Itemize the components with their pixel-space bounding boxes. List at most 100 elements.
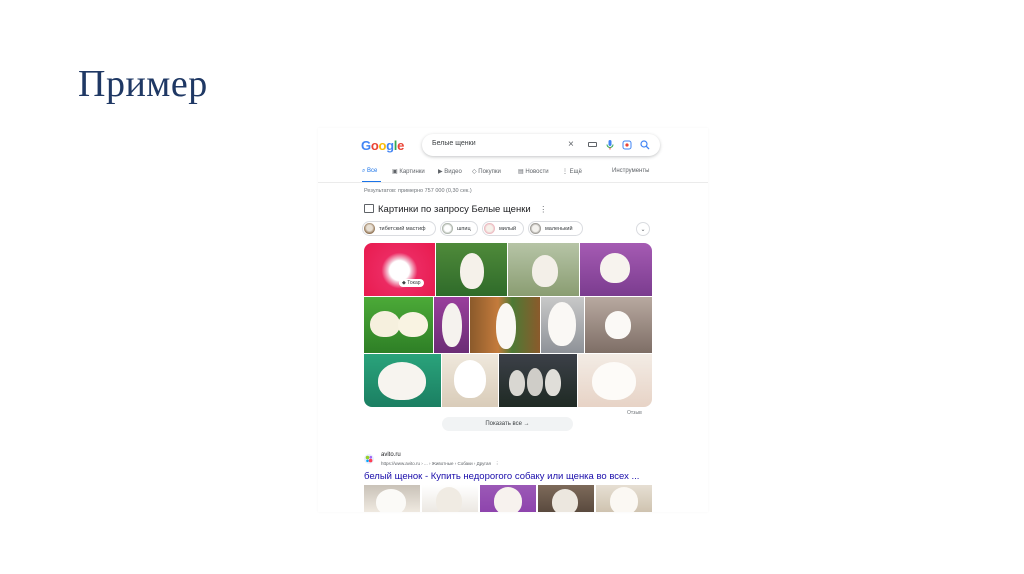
chip-label: тибетский мастиф — [379, 226, 426, 232]
chip-tibetan-mastiff[interactable]: тибетский мастиф — [362, 221, 436, 236]
image-thumbnail[interactable] — [538, 485, 594, 512]
show-all-label: Показать все — [485, 421, 522, 427]
puppy-shape — [532, 255, 558, 287]
search-box[interactable]: Белые щенки × — [422, 134, 660, 156]
tab-label: Все — [367, 168, 378, 174]
google-logo[interactable]: Google — [361, 138, 404, 153]
image-tag-label: Токар — [407, 280, 421, 286]
slide-title: Пример — [78, 63, 208, 105]
image-thumbnail[interactable] — [508, 243, 579, 296]
tab-all[interactable]: ⌕ Все — [362, 168, 377, 175]
image-thumbnail[interactable] — [580, 243, 652, 296]
image-thumbnail[interactable] — [470, 297, 540, 353]
result-url[interactable]: https://www.avito.ru › ... › Животные › … — [381, 461, 499, 467]
image-thumbnail[interactable] — [596, 485, 652, 512]
search-tabs: ⌕ Все ▣ Картинки ▶ Видео ◇ Покупки ▤ Нов… — [362, 168, 652, 180]
tab-label: Видео — [444, 169, 462, 175]
more-icon: ⋮ — [562, 169, 570, 175]
images-heading: Картинки по запросу Белые щенки ⋮ — [364, 204, 547, 215]
feedback-link[interactable]: Отзыв — [627, 410, 642, 416]
tab-news[interactable]: ▤ Новости — [518, 168, 549, 175]
image-thumbnail[interactable] — [364, 297, 433, 353]
tab-label: Картинки — [399, 169, 425, 175]
image-grid — [364, 243, 652, 407]
logo-letter: g — [386, 138, 394, 153]
image-tag-badge: ◆ Токар — [399, 279, 424, 287]
image-thumbnail[interactable] — [364, 243, 435, 296]
avito-favicon — [364, 454, 374, 464]
more-icon[interactable]: ⋮ — [539, 205, 547, 214]
more-icon[interactable]: ⋮ — [495, 461, 500, 466]
puppy-shape — [376, 489, 406, 512]
puppy-shape — [605, 311, 631, 339]
chip-avatar — [364, 223, 375, 234]
logo-letter: G — [361, 138, 371, 153]
logo-letter: e — [397, 138, 405, 153]
image-thumbnail[interactable] — [422, 485, 478, 512]
puppy-shape — [370, 311, 400, 337]
puppy-shape — [548, 302, 576, 346]
chip-label: милый — [499, 226, 517, 232]
puppy-shape — [454, 360, 486, 398]
puppy-shape — [610, 487, 638, 512]
result-site: avito.ru — [381, 452, 401, 458]
tabs-divider — [318, 182, 708, 183]
search-icon[interactable] — [640, 140, 650, 150]
puppy-shape — [545, 369, 561, 396]
puppy-shape — [460, 253, 484, 289]
search-input[interactable]: Белые щенки — [432, 140, 476, 147]
google-screenshot: Google Белые щенки × ⌕ Все ▣ Картинки ▶ … — [318, 128, 708, 512]
chip-avatar — [530, 223, 541, 234]
puppy-shape — [509, 370, 525, 396]
result-stats: Результатов: примерно 757 000 (0,30 сек.… — [364, 188, 472, 194]
keyboard-icon[interactable] — [588, 142, 597, 147]
result-url-text: https://www.avito.ru › ... › Животные › … — [381, 461, 491, 466]
puppy-shape — [398, 312, 428, 337]
result-image-strip — [364, 485, 652, 512]
chip-cute[interactable]: милый — [482, 221, 524, 236]
lens-icon[interactable] — [622, 140, 632, 150]
tab-more[interactable]: ⋮ Ещё — [562, 168, 582, 175]
tab-images[interactable]: ▣ Картинки — [392, 168, 425, 175]
arrow-right-icon: → — [523, 421, 530, 427]
image-thumbnail[interactable] — [480, 485, 536, 512]
chip-avatar — [442, 223, 453, 234]
image-thumbnail[interactable] — [436, 243, 507, 296]
image-thumbnail[interactable] — [364, 485, 420, 512]
puppy-shape — [592, 362, 636, 400]
chip-spitz[interactable]: шпиц — [440, 221, 478, 236]
tools-button[interactable]: Инструменты — [612, 168, 649, 174]
chip-small[interactable]: маленький — [528, 221, 583, 236]
puppy-shape — [378, 362, 426, 400]
show-all-button[interactable]: Показать все → — [442, 417, 573, 431]
image-thumbnail[interactable] — [364, 354, 441, 407]
puppy-shape — [436, 487, 462, 512]
image-thumbnail[interactable] — [434, 297, 469, 353]
tab-label: Покупки — [478, 169, 501, 175]
chip-avatar — [484, 223, 495, 234]
result-title-link[interactable]: белый щенок - Купить недорогого собаку и… — [364, 471, 639, 482]
tab-shopping[interactable]: ◇ Покупки — [472, 168, 501, 175]
puppy-shape — [527, 368, 543, 396]
image-thumbnail[interactable] — [442, 354, 498, 407]
puppy-shape — [494, 487, 522, 512]
puppy-shape — [442, 303, 462, 347]
image-thumbnail[interactable] — [499, 354, 577, 407]
puppy-shape — [496, 303, 516, 349]
logo-letter: o — [378, 138, 387, 153]
puppy-shape — [600, 253, 630, 283]
images-heading-text: Картинки по запросу Белые щенки — [378, 204, 531, 215]
close-icon[interactable]: × — [568, 139, 574, 151]
chip-label: шпиц — [457, 226, 471, 232]
tab-video[interactable]: ▶ Видео — [438, 168, 462, 175]
chevron-down-icon[interactable]: ⌄ — [636, 222, 650, 236]
puppy-shape — [552, 489, 578, 512]
image-thumbnail[interactable] — [585, 297, 652, 353]
image-icon — [364, 204, 374, 213]
image-thumbnail[interactable] — [541, 297, 584, 353]
mic-icon[interactable] — [606, 140, 614, 150]
image-thumbnail[interactable] — [578, 354, 652, 407]
chip-label: маленький — [545, 226, 573, 232]
tab-label: Ещё — [569, 169, 582, 175]
tab-label: Новости — [525, 169, 549, 175]
